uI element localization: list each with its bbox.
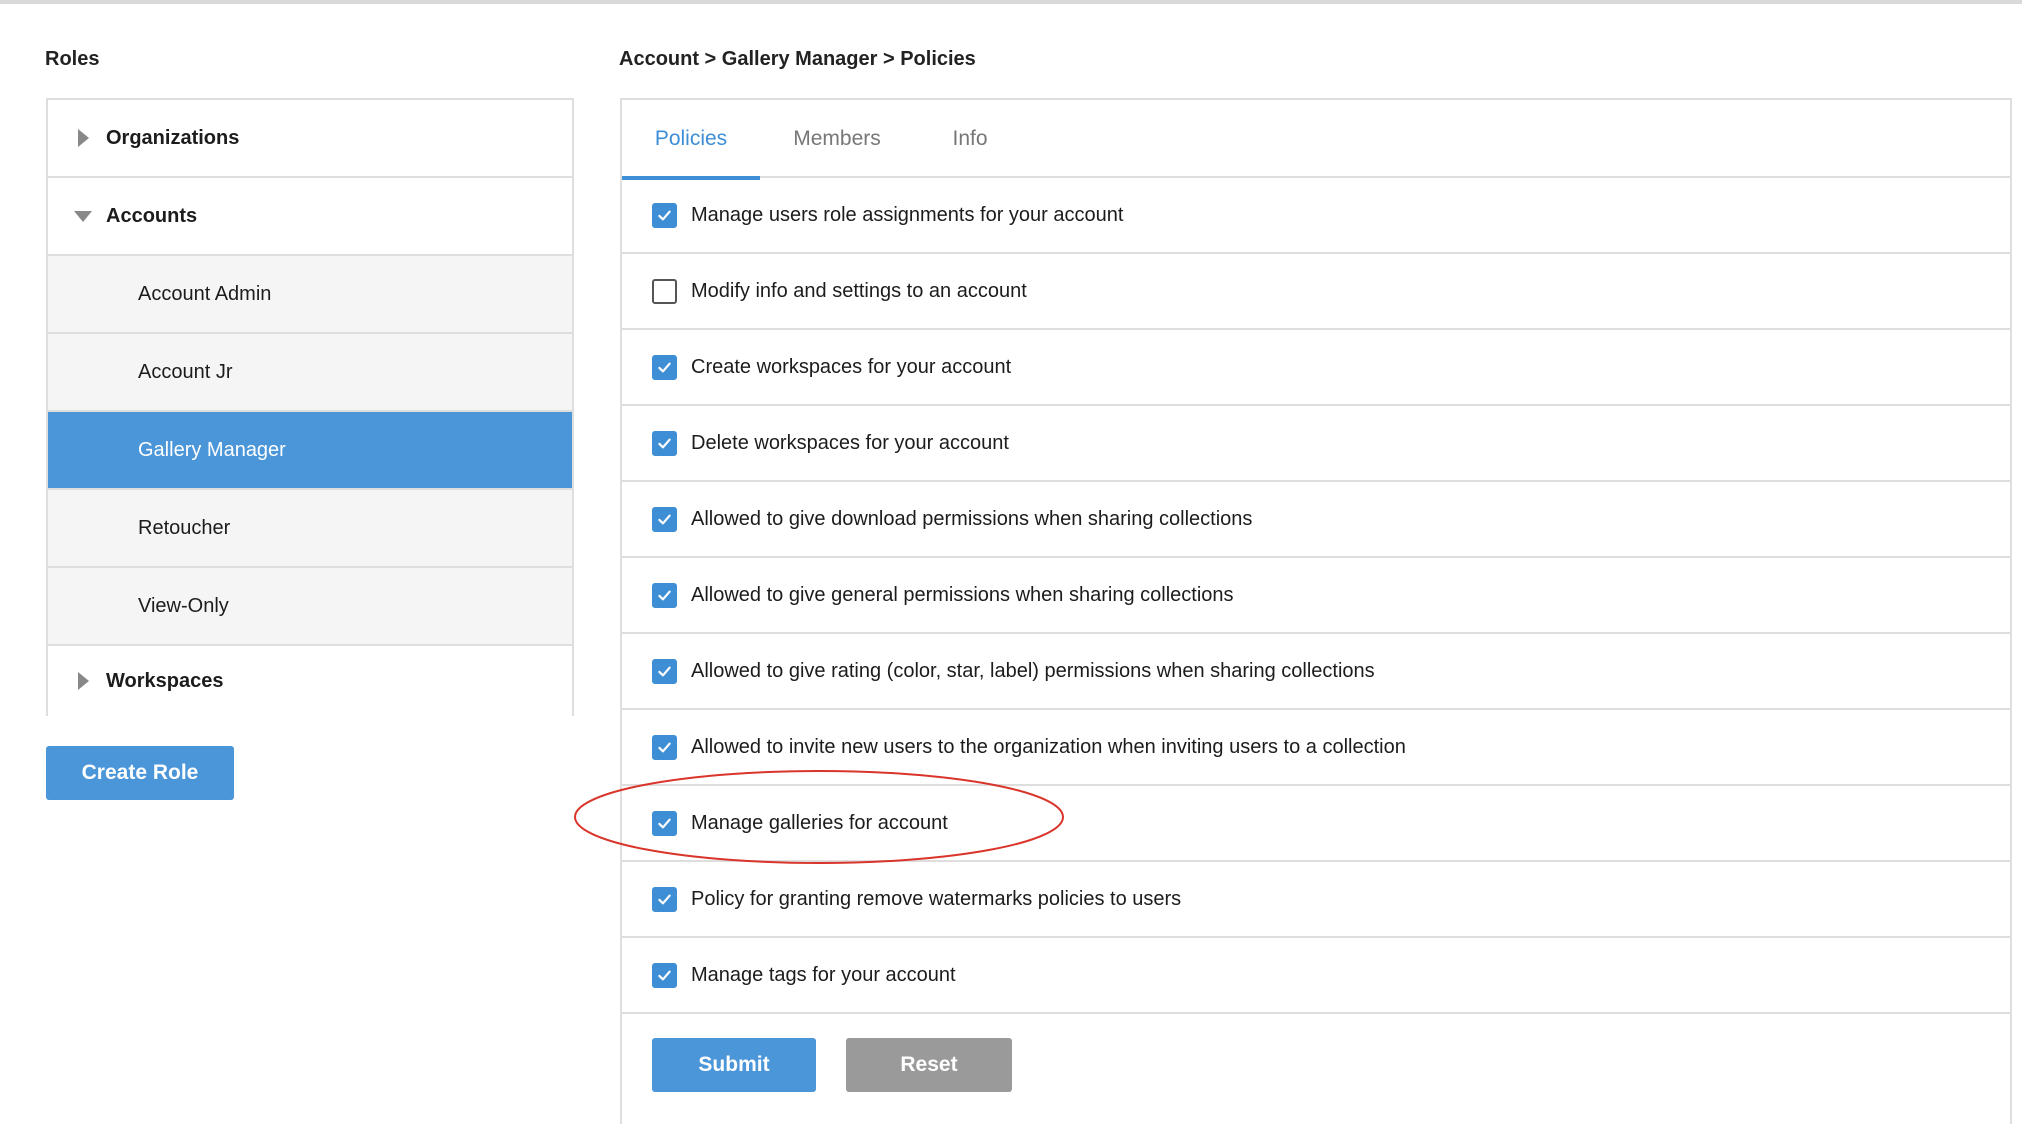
policy-label: Manage galleries for account — [691, 811, 948, 834]
policy-checkbox-checked[interactable] — [652, 886, 677, 912]
submit-button[interactable]: Submit — [652, 1038, 816, 1092]
checkmark-icon — [658, 210, 671, 220]
policy-checkbox-checked[interactable] — [652, 582, 677, 608]
policy-row: Allowed to give rating (color, star, lab… — [622, 634, 2012, 710]
role-group-label: Organizations — [106, 126, 240, 149]
create-role-button[interactable]: Create Role — [46, 746, 234, 800]
roles-tree: Organizations Accounts Account Admin Acc… — [46, 98, 574, 716]
checkmark-icon — [658, 818, 671, 828]
policy-row: Delete workspaces for your account — [622, 406, 2012, 482]
policy-label: Allowed to give general permissions when… — [691, 583, 1234, 606]
role-item-account-jr[interactable]: Account Jr — [48, 334, 572, 412]
policies-panel: Policies Members Info Manage users role … — [620, 98, 2012, 1124]
policy-row: Modify info and settings to an account — [622, 254, 2012, 330]
checkmark-icon — [658, 894, 671, 904]
policy-label: Delete workspaces for your account — [691, 431, 1009, 454]
role-item-retoucher[interactable]: Retoucher — [48, 490, 572, 568]
policy-row: Policy for granting remove watermarks po… — [622, 862, 2012, 938]
role-item-account-admin[interactable]: Account Admin — [48, 256, 572, 334]
role-item-gallery-manager[interactable]: Gallery Manager — [48, 412, 572, 490]
policy-checkbox-checked[interactable] — [652, 658, 677, 684]
roles-group-workspaces[interactable]: Workspaces — [48, 646, 572, 716]
reset-button[interactable]: Reset — [846, 1038, 1012, 1092]
breadcrumb: Account > Gallery Manager > Policies — [619, 48, 976, 70]
checkmark-icon — [658, 590, 671, 600]
policy-checkbox-checked[interactable] — [652, 506, 677, 532]
checkmark-icon — [658, 514, 671, 524]
policy-checkbox-checked[interactable] — [652, 810, 677, 836]
caret-right-icon[interactable] — [78, 129, 89, 147]
policy-label: Manage users role assignments for your a… — [691, 203, 1124, 226]
policy-label: Allowed to give download permissions whe… — [691, 507, 1253, 530]
role-group-label: Workspaces — [106, 669, 224, 692]
policy-checkbox-checked[interactable] — [652, 202, 677, 228]
checkmark-icon — [658, 438, 671, 448]
policy-row: Manage tags for your account — [622, 938, 2012, 1014]
policy-checkbox-checked[interactable] — [652, 430, 677, 456]
policy-row: Manage galleries for account — [622, 786, 2012, 862]
checkmark-icon — [658, 362, 671, 372]
policy-label: Policy for granting remove watermarks po… — [691, 887, 1182, 910]
policy-row: Allowed to invite new users to the organ… — [622, 710, 2012, 786]
role-item-label: Account Admin — [138, 282, 272, 305]
tab-policies[interactable]: Policies — [622, 100, 760, 180]
checkmark-icon — [658, 742, 671, 752]
policy-label: Allowed to invite new users to the organ… — [691, 735, 1406, 758]
policy-label: Create workspaces for your account — [691, 355, 1012, 378]
role-item-label: Gallery Manager — [138, 438, 286, 461]
policy-checkbox-checked[interactable] — [652, 734, 677, 760]
policy-checkbox-checked[interactable] — [652, 354, 677, 380]
policy-row: Manage users role assignments for your a… — [622, 178, 2012, 254]
tab-info[interactable]: Info — [914, 100, 1026, 178]
caret-down-icon[interactable] — [74, 211, 92, 222]
tab-bar: Policies Members Info — [622, 100, 2012, 180]
policy-row: Allowed to give download permissions whe… — [622, 482, 2012, 558]
roles-heading: Roles — [45, 48, 100, 70]
window-top-border — [0, 0, 2022, 4]
role-item-label: View-Only — [138, 594, 229, 617]
roles-group-organizations[interactable]: Organizations — [48, 100, 572, 178]
checkmark-icon — [658, 666, 671, 676]
checkmark-icon — [658, 970, 671, 980]
role-item-label: Retoucher — [138, 516, 231, 539]
roles-group-accounts[interactable]: Accounts — [48, 178, 572, 256]
role-group-label: Accounts — [106, 204, 198, 227]
policy-checkbox-checked[interactable] — [652, 962, 677, 988]
policy-checkbox-unchecked[interactable] — [652, 278, 677, 304]
policy-row: Allowed to give general permissions when… — [622, 558, 2012, 634]
role-item-view-only[interactable]: View-Only — [48, 568, 572, 646]
policy-label: Allowed to give rating (color, star, lab… — [691, 659, 1375, 682]
policy-label: Manage tags for your account — [691, 963, 956, 986]
policy-label: Modify info and settings to an account — [691, 279, 1027, 302]
role-item-label: Account Jr — [138, 360, 233, 383]
caret-right-icon[interactable] — [78, 672, 89, 690]
tab-members[interactable]: Members — [768, 100, 906, 178]
policy-row: Create workspaces for your account — [622, 330, 2012, 406]
